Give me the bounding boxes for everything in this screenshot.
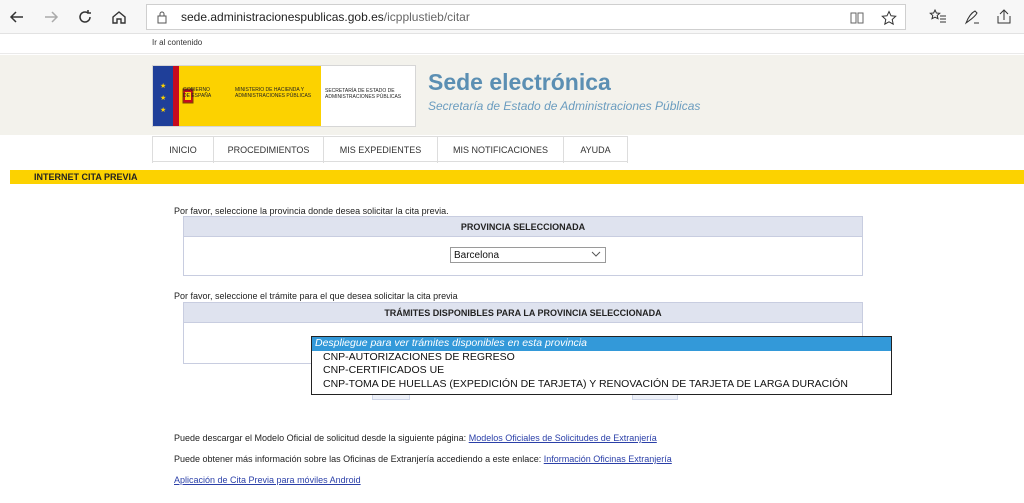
menu-item-inicio[interactable]: INICIO bbox=[152, 137, 214, 163]
province-prompt: Por favor, seleccione la provincia donde… bbox=[174, 206, 449, 216]
skip-strip: Ir al contenido bbox=[0, 34, 1024, 54]
chevron-down-icon bbox=[591, 249, 601, 262]
section-title: INTERNET CITA PREVIA bbox=[34, 172, 138, 182]
dropdown-option-huellas[interactable]: CNP-TOMA DE HUELLAS (EXPEDICIÓN DE TARJE… bbox=[312, 378, 891, 392]
pen-note-icon[interactable] bbox=[962, 7, 982, 27]
main-menu: INICIO PROCEDIMIENTOS MIS EXPEDIENTES MI… bbox=[152, 136, 628, 163]
menu-item-procedimientos[interactable]: PROCEDIMIENTOS bbox=[214, 137, 324, 163]
site-subtitle: Secretaría de Estado de Administraciones… bbox=[428, 99, 701, 113]
link-informacion-oficinas[interactable]: Información Oficinas Extranjería bbox=[544, 454, 672, 464]
dropdown-option-certificados[interactable]: CNP-CERTIFICADOS UE bbox=[312, 364, 891, 378]
menu-item-mis-notificaciones[interactable]: MIS NOTIFICACIONES bbox=[438, 137, 564, 163]
eu-flag-strip: ★ ★ ★ bbox=[153, 66, 173, 126]
svg-text:★: ★ bbox=[160, 94, 166, 102]
link-app-android[interactable]: Aplicación de Cita Previa para móviles A… bbox=[174, 475, 361, 485]
svg-text:★: ★ bbox=[160, 106, 166, 114]
info-text-modelos: Puede descargar el Modelo Oficial de sol… bbox=[174, 433, 467, 443]
dropdown-option-autorizaciones[interactable]: CNP-AUTORIZACIONES DE REGRESO bbox=[312, 351, 891, 365]
info-line-modelos: Puede descargar el Modelo Oficial de sol… bbox=[174, 433, 657, 443]
home-icon[interactable] bbox=[108, 6, 130, 28]
menu-item-ayuda[interactable]: AYUDA bbox=[564, 137, 628, 163]
svg-text:★: ★ bbox=[160, 82, 166, 90]
ministry-label: MINISTERIO DE HACIENDA Y ADMINISTRACIONE… bbox=[235, 87, 312, 99]
browser-toolbar: sede.administracionespublicas.gob.es/icp… bbox=[0, 0, 1024, 34]
favorites-hub-icon[interactable] bbox=[928, 7, 948, 27]
province-panel-header: PROVINCIA SELECCIONADA bbox=[184, 217, 862, 237]
gov-label: GOBIERNO DE ESPAÑA bbox=[183, 87, 212, 99]
info-line-oficinas: Puede obtener más información sobre las … bbox=[174, 454, 672, 464]
address-bar[interactable]: sede.administracionespublicas.gob.es/icp… bbox=[146, 4, 906, 30]
share-icon[interactable] bbox=[994, 7, 1014, 27]
province-select-value: Barcelona bbox=[454, 249, 500, 261]
forward-icon[interactable] bbox=[40, 6, 62, 28]
province-select[interactable]: Barcelona bbox=[450, 247, 606, 263]
site-title: Sede electrónica bbox=[428, 69, 611, 95]
secretaria-label: SECRETARÍA DE ESTADO DE ADMINISTRACIONES… bbox=[325, 88, 402, 100]
dropdown-option-placeholder[interactable]: Despliegue para ver trámites disponibles… bbox=[312, 337, 891, 351]
reading-view-icon[interactable] bbox=[847, 8, 867, 28]
url-text: sede.administracionespublicas.gob.es/icp… bbox=[181, 10, 470, 24]
tramite-panel-header: TRÁMITES DISPONIBLES PARA LA PROVINCIA S… bbox=[184, 303, 862, 323]
menu-item-mis-expedientes[interactable]: MIS EXPEDIENTES bbox=[324, 137, 438, 163]
tramite-dropdown-list[interactable]: Despliegue para ver trámites disponibles… bbox=[311, 336, 892, 395]
stars-icon: ★ ★ ★ bbox=[160, 82, 166, 114]
section-bar: INTERNET CITA PREVIA bbox=[10, 170, 1024, 184]
info-text-oficinas: Puede obtener más información sobre las … bbox=[174, 454, 542, 464]
government-logo[interactable]: ★ ★ ★ GOBIERNO DE ESPAÑA MINISTERIO DE H… bbox=[152, 65, 416, 127]
skip-to-content-link[interactable]: Ir al contenido bbox=[152, 38, 202, 47]
back-icon[interactable] bbox=[6, 6, 28, 28]
site-header: ★ ★ ★ GOBIERNO DE ESPAÑA MINISTERIO DE H… bbox=[0, 55, 1024, 135]
favorite-star-icon[interactable] bbox=[879, 8, 899, 28]
info-line-android: Aplicación de Cita Previa para móviles A… bbox=[174, 475, 361, 485]
tramite-prompt: Por favor, seleccione el trámite para el… bbox=[174, 291, 458, 301]
province-panel: PROVINCIA SELECCIONADA Barcelona bbox=[183, 216, 863, 276]
refresh-icon[interactable] bbox=[74, 6, 96, 28]
link-modelos-oficiales[interactable]: Modelos Oficiales de Solicitudes de Extr… bbox=[469, 433, 657, 443]
lock-icon bbox=[157, 11, 167, 24]
